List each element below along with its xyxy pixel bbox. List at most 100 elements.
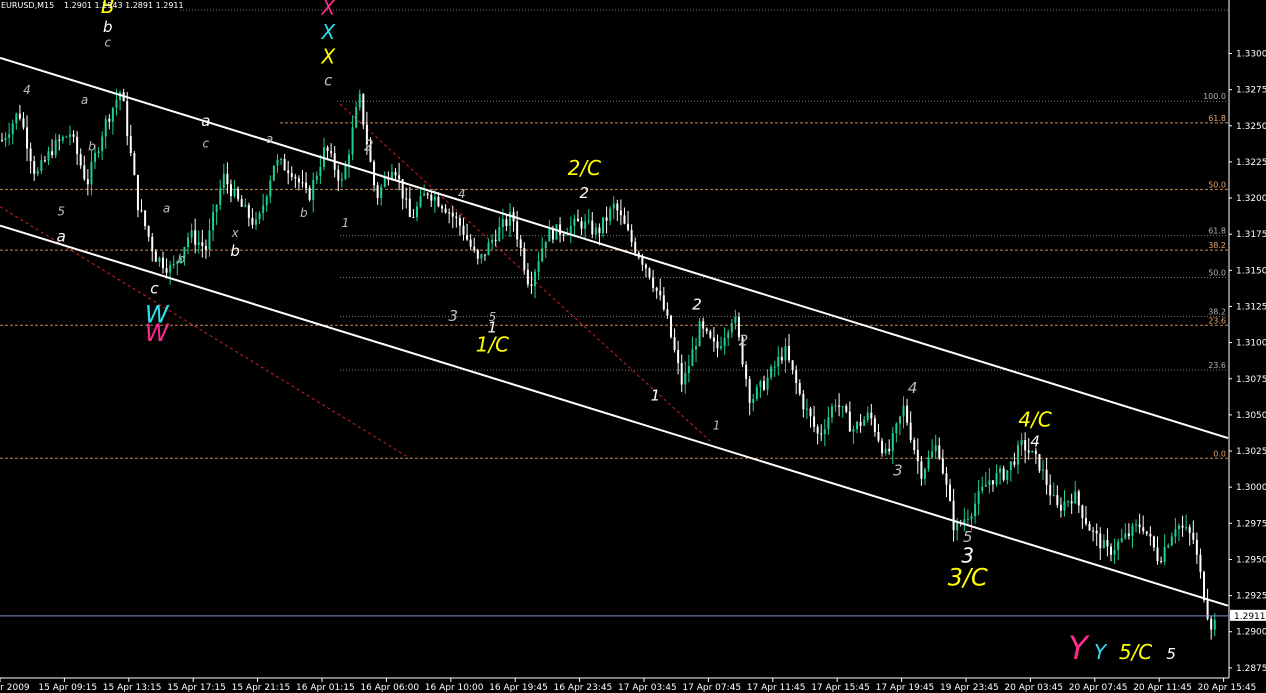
price-tick-label: 1.3075 (1236, 375, 1266, 385)
candle-body (147, 226, 150, 237)
candle-body (423, 193, 426, 196)
candle-body (938, 445, 941, 459)
candle-body (158, 257, 161, 262)
time-tick-label: 19 Apr 23:45 (940, 683, 999, 693)
time-tick-label: 17 Apr 19:45 (876, 683, 935, 693)
candle-body (76, 136, 79, 155)
candle-body (97, 151, 100, 154)
candle-body (1070, 501, 1073, 504)
candle-body (680, 363, 683, 385)
candle-body (398, 175, 401, 180)
candle-body (29, 148, 32, 162)
candle-body (823, 429, 826, 435)
candle-body (1095, 530, 1098, 534)
wave-label: 1 (713, 418, 721, 432)
candle-body (770, 366, 773, 378)
candle-body (974, 503, 977, 517)
candle-body (430, 194, 433, 201)
candle-body (1135, 524, 1138, 526)
candle-body (662, 295, 665, 310)
candle-body (594, 227, 597, 235)
candle-body (283, 159, 286, 171)
candle-body (11, 123, 14, 135)
candle-body (104, 118, 107, 137)
candle-body (859, 421, 862, 426)
wave-label: 4 (23, 83, 31, 97)
candle-body (36, 170, 39, 174)
candle-body (923, 469, 926, 479)
wave-label: b (177, 252, 185, 266)
candle-body (587, 220, 590, 222)
wave-label: W (145, 319, 170, 347)
candle-body (526, 269, 529, 285)
price-tick-label: 1.3125 (1236, 302, 1266, 312)
candle-body (219, 188, 222, 205)
candle-body (709, 331, 712, 338)
time-tick-label: 17 Apr 11:45 (747, 683, 806, 693)
candle-body (83, 165, 86, 180)
candle-body (652, 277, 655, 288)
candle-body (530, 284, 533, 286)
candle-body (276, 159, 279, 166)
candle-body (544, 241, 547, 249)
candle-body (54, 139, 57, 156)
time-tick-label: 15 Apr 13:15 (103, 683, 162, 693)
candle-body (1192, 532, 1195, 540)
wave-label: b (300, 206, 308, 220)
price-tick-label: 1.3000 (1236, 483, 1266, 493)
candle-body (65, 136, 68, 138)
price-tick-label: 1.3150 (1236, 266, 1266, 276)
price-tick-label: 1.2900 (1236, 628, 1266, 638)
candle-body (941, 458, 944, 474)
candle-body (222, 173, 225, 189)
wave-label: 1 (342, 216, 350, 230)
candle-body (569, 225, 572, 235)
wave-label: a (163, 202, 170, 216)
wave-label: 3/C (948, 563, 988, 591)
time-tick-label: 17 Apr 07:45 (682, 683, 741, 693)
candle-body (1006, 470, 1009, 480)
candle-body (956, 522, 959, 531)
candle-body (26, 127, 29, 149)
wave-label: c (324, 71, 333, 89)
time-tick-label: 20 Apr 15:45 (1198, 683, 1257, 693)
time-tick-label: 20 Apr 07:45 (1069, 683, 1128, 693)
candle-body (483, 254, 486, 256)
candle-body (305, 182, 308, 188)
candle-body (1195, 539, 1198, 555)
candle-body (755, 387, 758, 400)
candle-body (1042, 469, 1045, 471)
price-tick-label: 1.3025 (1236, 447, 1266, 457)
candle-body (1203, 572, 1206, 601)
candle-body (476, 250, 479, 259)
candle-body (537, 261, 540, 272)
candle-body (766, 377, 769, 390)
price-chart[interactable]: 100.061.850.061.838.250.038.223.623.60.0… (0, 0, 1266, 693)
candle-body (677, 350, 680, 364)
candle-body (194, 230, 197, 245)
candle-body (187, 237, 190, 248)
candle-body (1152, 536, 1155, 548)
wave-label: 3 (893, 462, 903, 480)
candle-body (247, 205, 250, 218)
candle-body (297, 178, 300, 183)
candle-body (773, 366, 776, 368)
candle-body (1142, 527, 1145, 532)
candle-body (584, 221, 587, 229)
wave-label: a (201, 112, 210, 130)
candle-body (627, 223, 630, 230)
candle-body (598, 227, 601, 234)
candle-body (673, 337, 676, 351)
candle-body (906, 405, 909, 423)
candle-body (358, 93, 361, 108)
candle-body (684, 373, 687, 385)
candle-body (795, 369, 798, 384)
candle-body (644, 264, 647, 269)
candle-body (1170, 536, 1173, 546)
candle-body (15, 113, 18, 124)
wave-label: c (104, 35, 111, 49)
candle-body (612, 203, 615, 209)
chart-ohlc-readout: 1.2901 1.2943 1.2891 1.2911 (64, 1, 184, 10)
candle-body (330, 151, 333, 154)
candle-body (916, 450, 919, 462)
